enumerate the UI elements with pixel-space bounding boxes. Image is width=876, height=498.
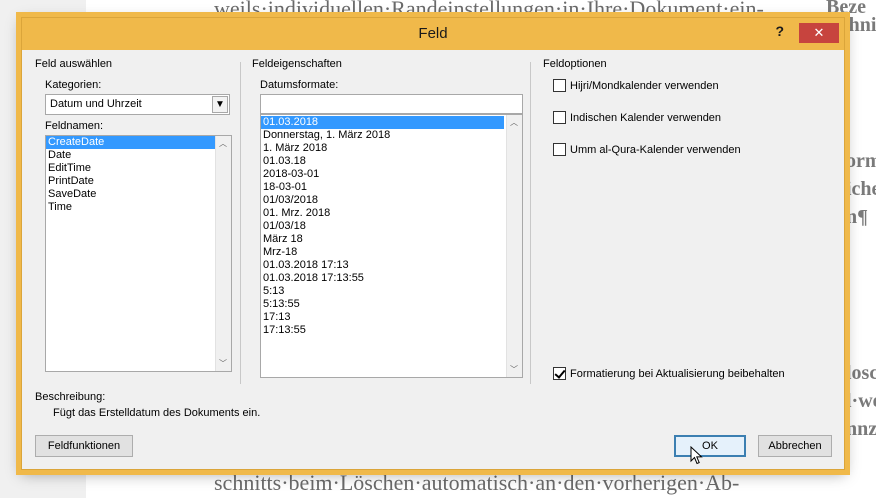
scroll-up-icon[interactable]: ︿	[219, 138, 227, 149]
fieldnames-list[interactable]: CreateDate Date EditTime PrintDate SaveD…	[45, 135, 232, 372]
preserve-formatting-label: Formatierung bei Aktualisierung beibehal…	[570, 368, 785, 380]
help-button[interactable]: ?	[775, 23, 784, 39]
list-item[interactable]: 1. März 2018	[261, 142, 522, 155]
category-dropdown[interactable]: Datum und Uhrzeit ▼	[45, 94, 230, 115]
list-item[interactable]: 01.03.2018 17:13:55	[261, 272, 522, 285]
ok-button[interactable]: OK	[674, 435, 746, 457]
document-fragment: nnz	[846, 418, 876, 440]
field-codes-button[interactable]: Feldfunktionen	[35, 435, 133, 457]
cursor-icon	[690, 446, 703, 465]
categories-label: Kategorien:	[45, 79, 102, 91]
document-fragment: iche	[846, 178, 876, 200]
divider	[530, 62, 531, 384]
list-item[interactable]: SaveDate	[46, 188, 231, 201]
list-item[interactable]: Time	[46, 201, 231, 214]
list-item[interactable]: 01.03.18	[261, 155, 522, 168]
list-item[interactable]: EditTime	[46, 162, 231, 175]
hijri-checkbox[interactable]	[553, 79, 566, 92]
list-item[interactable]: 01. Mrz. 2018	[261, 207, 522, 220]
document-fragment: orm	[846, 150, 876, 172]
scroll-up-icon[interactable]: ︿	[510, 117, 518, 128]
list-item[interactable]: 5:13:55	[261, 298, 522, 311]
section-select-field: Feld auswählen	[35, 58, 113, 70]
close-button[interactable]: ✕	[799, 23, 839, 43]
date-formats-label: Datumsformate:	[260, 79, 339, 91]
description-text: Fügt das Erstelldatum des Dokuments ein.	[53, 407, 261, 419]
document-fragment: l·we	[846, 390, 876, 412]
scroll-down-icon[interactable]: ﹀	[510, 364, 518, 375]
hijri-label: Hijri/Mondkalender verwenden	[570, 80, 719, 92]
preserve-formatting-checkbox[interactable]	[553, 367, 566, 380]
list-item[interactable]: Donnerstag, 1. März 2018	[261, 129, 522, 142]
list-item[interactable]: Date	[46, 149, 231, 162]
list-item[interactable]: 17:13:55	[261, 324, 522, 337]
list-item[interactable]: CreateDate	[46, 136, 231, 149]
description-label: Beschreibung:	[35, 391, 106, 403]
umm-al-qura-label: Umm al-Qura-Kalender verwenden	[570, 144, 741, 156]
section-field-options: Feldoptionen	[543, 58, 607, 70]
umm-al-qura-checkbox[interactable]	[553, 143, 566, 156]
list-item[interactable]: 17:13	[261, 311, 522, 324]
list-item[interactable]: 5:13	[261, 285, 522, 298]
dialog-title: Feld	[418, 25, 448, 42]
document-fragment: n¶	[846, 206, 868, 228]
document-fragment: losch	[846, 362, 876, 384]
scroll-down-icon[interactable]: ﹀	[219, 358, 227, 369]
list-item[interactable]: 01/03/18	[261, 220, 522, 233]
indian-calendar-label: Indischen Kalender verwenden	[570, 112, 722, 124]
list-item[interactable]: 01/03/2018	[261, 194, 522, 207]
divider	[240, 62, 241, 384]
scrollbar[interactable]: ︿ ﹀	[506, 115, 522, 377]
list-item[interactable]: 01.03.2018 17:13	[261, 259, 522, 272]
dialog-titlebar[interactable]: Feld ? ✕	[22, 18, 844, 50]
fieldnames-label: Feldnamen:	[45, 120, 104, 132]
chevron-down-icon[interactable]: ▼	[212, 96, 228, 113]
category-value: Datum und Uhrzeit	[50, 98, 142, 110]
scrollbar[interactable]: ︿ ﹀	[215, 136, 231, 371]
field-dialog: Feld ? ✕ Feld auswählen Kategorien: Datu…	[21, 17, 845, 470]
section-field-properties: Feldeigenschaften	[252, 58, 342, 70]
list-item[interactable]: 18-03-01	[261, 181, 522, 194]
list-item[interactable]: Mrz-18	[261, 246, 522, 259]
date-formats-list[interactable]: 01.03.2018 Donnerstag, 1. März 2018 1. M…	[260, 114, 523, 378]
list-item[interactable]: März 18	[261, 233, 522, 246]
date-format-input[interactable]	[260, 94, 523, 114]
list-item[interactable]: 01.03.2018	[261, 116, 504, 129]
document-text-bottom: schnitts·beim·Löschen·automatisch·an·den…	[214, 470, 740, 495]
list-item[interactable]: PrintDate	[46, 175, 231, 188]
cancel-button[interactable]: Abbrechen	[758, 435, 832, 457]
list-item[interactable]: 2018-03-01	[261, 168, 522, 181]
indian-calendar-checkbox[interactable]	[553, 111, 566, 124]
